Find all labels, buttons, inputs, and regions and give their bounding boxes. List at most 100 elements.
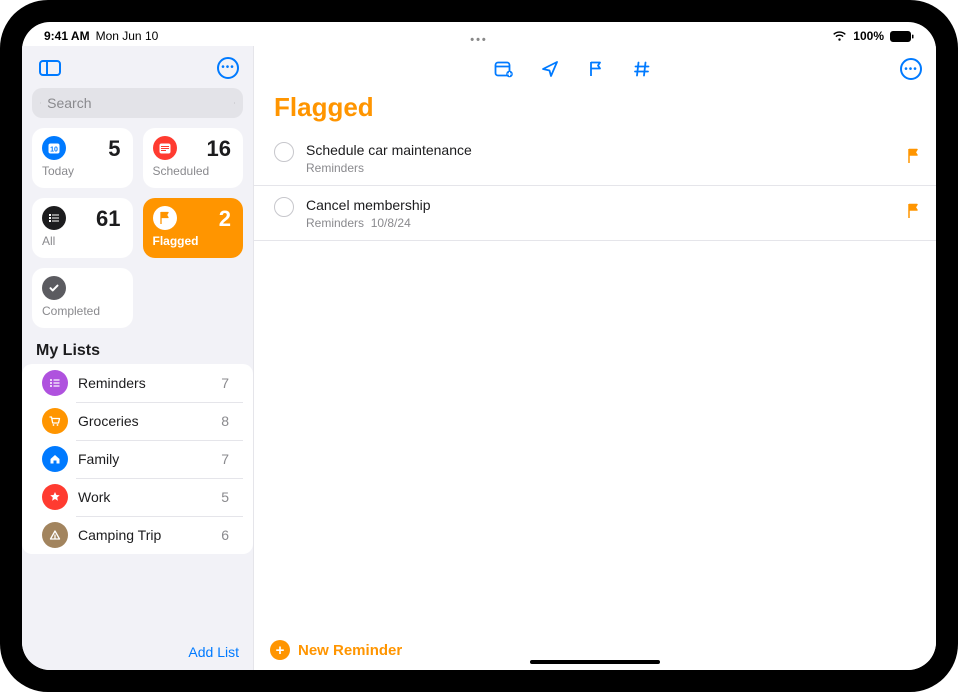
list-name: Reminders (78, 375, 221, 391)
reminder-body: Schedule car maintenance Reminders (306, 141, 894, 175)
smart-list-cards: 10 5 Today 16 Scheduled (22, 128, 253, 334)
today-icon: 10 (42, 136, 66, 160)
card-flagged[interactable]: 2 Flagged (143, 198, 244, 258)
ellipsis-icon: ••• (904, 64, 918, 75)
search-input[interactable] (47, 95, 228, 111)
reminder-date: 10/8/24 (371, 216, 411, 230)
list-name: Family (78, 451, 221, 467)
list-item-reminders[interactable]: Reminders 7 (32, 364, 243, 402)
hashtag-icon (633, 60, 651, 78)
reminder-list: Schedule car maintenance Reminders Cance… (254, 127, 936, 630)
sidebar-toolbar: ••• (22, 46, 253, 86)
flag-indicator-icon (906, 148, 920, 169)
sidebar: ••• 10 5 Today (22, 46, 254, 670)
card-today-count: 5 (108, 136, 120, 162)
complete-toggle[interactable] (274, 142, 294, 162)
reminder-subinfo: Reminders 10/8/24 (306, 216, 894, 230)
list-count: 5 (221, 489, 229, 505)
cart-icon (42, 408, 68, 434)
list-count: 8 (221, 413, 229, 429)
list-item-family[interactable]: Family 7 (32, 440, 243, 478)
list-count: 6 (221, 527, 229, 543)
card-all[interactable]: 61 All (32, 198, 133, 258)
status-left: 9:41 AM Mon Jun 10 (44, 29, 158, 43)
all-icon (42, 206, 66, 230)
list-name: Camping Trip (78, 527, 221, 543)
flag-icon (588, 60, 604, 78)
search-icon (40, 96, 41, 110)
lists: Reminders 7 Groceries 8 Fa (22, 364, 253, 554)
reminder-sublist: Reminders (306, 161, 894, 175)
reminder-title: Schedule car maintenance (306, 141, 894, 159)
main-toolbar: ••• (254, 46, 936, 86)
calendar-button[interactable] (492, 57, 516, 81)
complete-toggle[interactable] (274, 197, 294, 217)
device-frame: 9:41 AM Mon Jun 10 ••• 100% ••• (0, 0, 958, 692)
reminder-sublist: Reminders (306, 216, 364, 230)
calendar-badge-icon (494, 60, 514, 78)
card-flagged-count: 2 (219, 206, 231, 232)
list-name: Work (78, 489, 221, 505)
flag-button[interactable] (584, 57, 608, 81)
card-today-label: Today (42, 164, 123, 178)
house-icon (42, 446, 68, 472)
multitask-dots-icon[interactable]: ••• (470, 34, 488, 46)
battery-icon (890, 31, 914, 42)
tent-icon (42, 522, 68, 548)
ellipsis-icon: ••• (221, 63, 235, 73)
new-reminder-button[interactable]: + New Reminder (270, 640, 402, 660)
search-wrapper (22, 86, 253, 128)
battery-pct: 100% (853, 29, 884, 43)
status-time: 9:41 AM (44, 29, 90, 43)
list-item-groceries[interactable]: Groceries 8 (32, 402, 243, 440)
status-date: Mon Jun 10 (96, 29, 159, 43)
mic-icon[interactable] (234, 95, 235, 111)
location-button[interactable] (538, 57, 562, 81)
add-list-button[interactable]: Add List (188, 644, 239, 660)
card-scheduled-count: 16 (207, 136, 231, 162)
sidebar-toggle-button[interactable] (36, 54, 64, 82)
list-name: Groceries (78, 413, 221, 429)
plus-circle-icon: + (270, 640, 290, 660)
sidebar-more-button[interactable]: ••• (217, 57, 239, 79)
hashtag-button[interactable] (630, 57, 654, 81)
list-item-work[interactable]: Work 5 (32, 478, 243, 516)
flag-indicator-icon (906, 203, 920, 224)
reminder-row[interactable]: Cancel membership Reminders 10/8/24 (254, 186, 936, 241)
card-completed[interactable]: Completed (32, 268, 133, 328)
home-indicator[interactable] (530, 660, 660, 664)
card-flagged-label: Flagged (153, 234, 234, 248)
card-scheduled-label: Scheduled (153, 164, 234, 178)
wifi-icon (832, 31, 847, 42)
list-item-camping[interactable]: Camping Trip 6 (32, 516, 243, 554)
search-field[interactable] (32, 88, 243, 118)
list-count: 7 (221, 375, 229, 391)
card-all-label: All (42, 234, 123, 248)
reminder-body: Cancel membership Reminders 10/8/24 (306, 196, 894, 230)
new-reminder-label: New Reminder (298, 642, 402, 659)
app: ••• 10 5 Today (22, 46, 936, 670)
svg-text:10: 10 (50, 147, 58, 154)
flagged-icon (153, 206, 177, 230)
sidebar-footer: Add List (22, 634, 253, 670)
reminder-row[interactable]: Schedule car maintenance Reminders (254, 131, 936, 186)
mylists-header: My Lists (22, 334, 253, 364)
star-icon (42, 484, 68, 510)
list-count: 7 (221, 451, 229, 467)
card-completed-label: Completed (42, 304, 123, 318)
status-right: 100% (832, 29, 914, 43)
card-today[interactable]: 10 5 Today (32, 128, 133, 188)
reminder-title: Cancel membership (306, 196, 894, 214)
main-title: Flagged (254, 86, 936, 127)
card-scheduled[interactable]: 16 Scheduled (143, 128, 244, 188)
list-icon (42, 370, 68, 396)
completed-icon (42, 276, 66, 300)
sidebar-icon (39, 60, 61, 76)
main-footer: + New Reminder (254, 630, 936, 670)
screen: 9:41 AM Mon Jun 10 ••• 100% ••• (22, 22, 936, 670)
card-all-count: 61 (96, 206, 120, 232)
scheduled-icon (153, 136, 177, 160)
main-more-button[interactable]: ••• (900, 58, 922, 80)
location-arrow-icon (541, 60, 559, 78)
main-panel: ••• Flagged Schedule car maintenance Rem… (254, 46, 936, 670)
